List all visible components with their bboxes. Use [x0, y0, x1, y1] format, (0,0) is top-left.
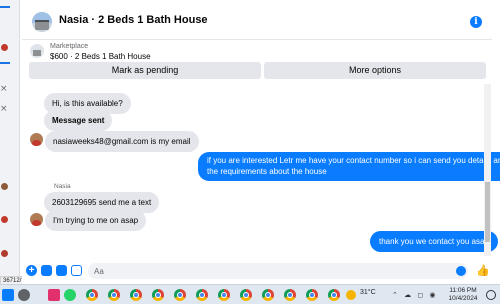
- clock-time: 11:06 PM: [449, 287, 477, 294]
- scroll-thumb[interactable]: [485, 182, 490, 242]
- chat-window: Nasia · 2 Beds 1 Bath House i Marketplac…: [22, 0, 500, 284]
- message-line: if you are interested Letr me have your …: [207, 156, 500, 165]
- message-input[interactable]: [88, 263, 468, 279]
- avatar-dot: [1, 216, 8, 223]
- search-icon[interactable]: [18, 289, 30, 301]
- sender-avatar[interactable]: [30, 213, 43, 226]
- avatar-dot: [1, 44, 8, 51]
- avatar-dot: [1, 250, 8, 257]
- close-icon[interactable]: ×: [0, 84, 8, 94]
- listing-summary[interactable]: $600 · 2 Beds 1 Bath House: [50, 52, 151, 61]
- emoji-icon[interactable]: [456, 266, 466, 276]
- chrome-icon[interactable]: [218, 289, 230, 301]
- clock-date: 10/4/2024: [448, 295, 478, 302]
- like-icon[interactable]: 👍: [476, 264, 490, 277]
- chat-header: Nasia · 2 Beds 1 Bath House i: [22, 0, 492, 40]
- avatar-dot: [1, 183, 8, 190]
- clock[interactable]: 11:06 PM 10/4/2024: [446, 287, 480, 303]
- photo-icon[interactable]: [41, 265, 52, 276]
- sender-name: Nasia: [54, 183, 71, 190]
- app-icon[interactable]: [48, 289, 60, 301]
- info-icon[interactable]: i: [470, 16, 482, 28]
- listing-avatar[interactable]: [32, 12, 52, 32]
- active-indicator: [0, 6, 10, 8]
- message-bubble: nasiaweeks48@gmail.com is my email: [45, 131, 199, 152]
- chrome-icon[interactable]: [130, 289, 142, 301]
- chrome-icon[interactable]: [86, 289, 98, 301]
- mark-as-pending-button[interactable]: Mark as pending: [29, 62, 261, 79]
- close-icon[interactable]: ×: [0, 104, 8, 114]
- plus-icon[interactable]: +: [26, 265, 37, 276]
- chat-title[interactable]: Nasia · 2 Beds 1 Bath House: [59, 14, 208, 26]
- sticker-icon[interactable]: [56, 265, 67, 276]
- message-bubble-outgoing: if you are interested Letr me have your …: [198, 152, 500, 181]
- chrome-icon[interactable]: [174, 289, 186, 301]
- message-line: the requirements about the house: [207, 166, 327, 176]
- weather-temp[interactable]: 31°C: [360, 289, 376, 296]
- composer: + 👍: [22, 258, 492, 284]
- windows-icon[interactable]: [2, 289, 14, 301]
- taskbar: 31°C ⌃ ☁ ◻ ◉ 11:06 PM 10/4/2024: [0, 284, 500, 304]
- background-app-strip: × ×: [0, 0, 20, 284]
- more-options-button[interactable]: More options: [264, 62, 486, 79]
- scrollbar[interactable]: [484, 84, 491, 256]
- marketplace-icon: [30, 44, 44, 58]
- whatsapp-icon[interactable]: [64, 289, 76, 301]
- chrome-icon[interactable]: [306, 289, 318, 301]
- chrome-icon[interactable]: [108, 289, 120, 301]
- message-bubble-outgoing: thank you we contact you asap: [370, 231, 498, 252]
- chrome-icon[interactable]: [284, 289, 296, 301]
- chrome-icon[interactable]: [328, 289, 340, 301]
- chrome-icon[interactable]: [240, 289, 252, 301]
- sender-avatar[interactable]: [30, 133, 43, 146]
- chrome-icon[interactable]: [262, 289, 274, 301]
- gif-icon[interactable]: [71, 265, 82, 276]
- system-tray[interactable]: ⌃ ☁ ◻ ◉: [392, 291, 437, 299]
- chrome-icon[interactable]: [196, 289, 208, 301]
- message-bubble: I'm trying to me on asap: [45, 210, 147, 231]
- weather-icon[interactable]: [346, 290, 356, 300]
- active-indicator: [0, 62, 10, 64]
- notification-icon[interactable]: [486, 290, 496, 300]
- chrome-icon[interactable]: [152, 289, 164, 301]
- marketplace-label: Marketplace: [50, 43, 89, 50]
- message-status: Message sent: [44, 110, 113, 131]
